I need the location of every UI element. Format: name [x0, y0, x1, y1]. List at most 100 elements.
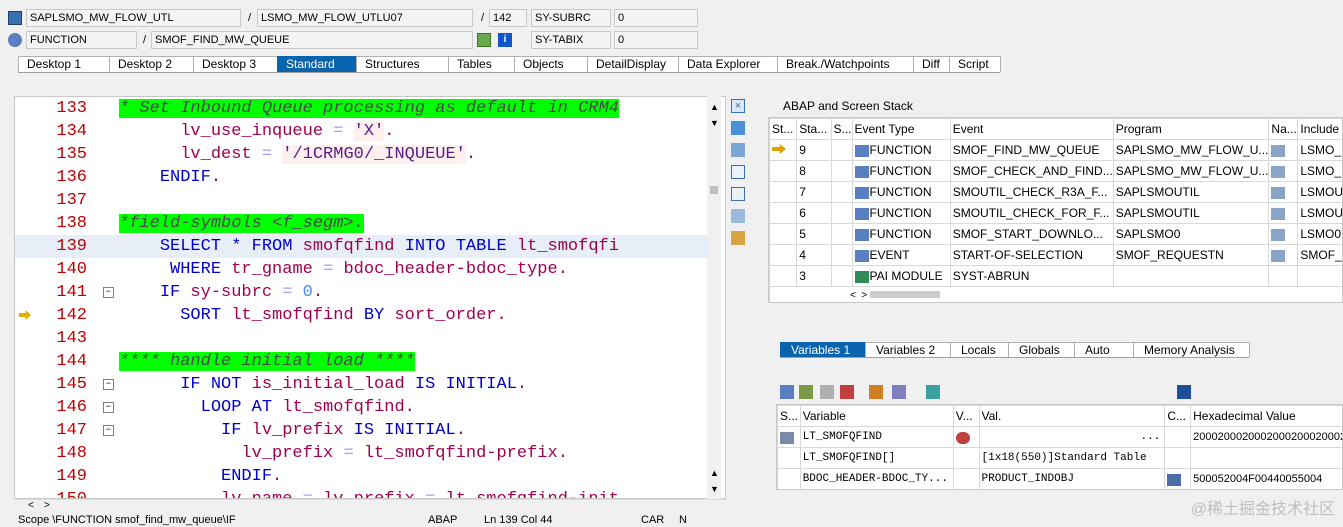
subrc-value[interactable]: 0: [614, 9, 698, 27]
var-value[interactable]: [1x18(550)]Standard Table: [978, 447, 1166, 469]
code-line[interactable]: 137: [15, 189, 715, 212]
stack-nav[interactable]: [1268, 202, 1299, 224]
var-name[interactable]: LT_SMOFQFIND[]: [799, 447, 954, 469]
stack-scrollbar[interactable]: < >: [769, 286, 1342, 302]
tab-script[interactable]: Script: [949, 56, 1001, 72]
editor-vertical-scrollbar[interactable]: ▲ ▼ ▲ ▼: [707, 96, 721, 499]
tab-tables[interactable]: Tables: [448, 56, 515, 72]
stack-table[interactable]: St... Sta... S... Event Type Event Program Na.…: [769, 118, 1342, 302]
var-name[interactable]: BDOC_HEADER-BDOC_TY...: [799, 468, 954, 489]
stack-nav[interactable]: [1268, 181, 1299, 203]
stack-row[interactable]: 3 PAI MODULE SYST-ABRUN: [769, 265, 1342, 287]
code-line[interactable]: 145 IF NOT is_initial_load IS INITIAL.: [15, 373, 715, 396]
editor-horizontal-scrollbar[interactable]: < >: [14, 499, 726, 513]
sort-icon[interactable]: [869, 385, 883, 399]
navigate-icon[interactable]: [1271, 165, 1286, 178]
code-line[interactable]: 138 *field-symbols <f_segm>.: [15, 212, 715, 235]
variable-row[interactable]: LT_SMOFQFIND... 2000200020002000200020002: [777, 426, 1342, 448]
fold-toggle[interactable]: −: [103, 402, 114, 413]
variable-row[interactable]: BDOC_HEADER-BDOC_TY... PRODUCT_INDOBJ 5000…: [777, 468, 1342, 489]
tab-detaildisplay[interactable]: DetailDisplay: [587, 56, 679, 72]
stack-row[interactable]: 5 FUNCTION SMOF_START_DOWNLO... SAPLSMO0 LSM…: [769, 223, 1342, 245]
code-line[interactable]: 148 lv_prefix = lt_smofqfind-prefix.: [15, 442, 715, 465]
event-field[interactable]: SMOF_FIND_MW_QUEUE: [151, 31, 473, 49]
tab-diff[interactable]: Diff: [913, 56, 950, 72]
var-col-header[interactable]: Variable: [799, 405, 954, 427]
settings-icon[interactable]: [731, 231, 745, 245]
save-icon[interactable]: [1177, 385, 1191, 399]
exchange-icon[interactable]: [731, 209, 745, 223]
code-line[interactable]: 147 IF lv_prefix IS INITIAL.: [15, 419, 715, 442]
stack-col-header[interactable]: Event: [949, 118, 1114, 140]
code-line[interactable]: 149 ENDIF.: [15, 465, 715, 488]
code-line[interactable]: 142 SORT lt_smofqfind BY sort_order.: [15, 304, 715, 327]
code-line[interactable]: 143: [15, 327, 715, 350]
code-line[interactable]: 134 lv_use_inqueue = 'X'.: [15, 120, 715, 143]
code-line[interactable]: 144 **** handle initial load ****: [15, 350, 715, 373]
tab-auto[interactable]: Auto: [1074, 342, 1134, 357]
tab-variables-2[interactable]: Variables 2: [865, 342, 951, 357]
info-icon[interactable]: i: [498, 33, 512, 47]
source-editor[interactable]: 133 * Set Inbound Queue processing as def…: [14, 96, 726, 499]
table-icon[interactable]: [840, 385, 854, 399]
fullscreen-icon[interactable]: [731, 187, 745, 201]
maximize-icon[interactable]: [731, 165, 745, 179]
var-value[interactable]: PRODUCT_INDOBJ: [978, 468, 1166, 489]
tab-standard[interactable]: Standard: [277, 56, 357, 72]
include-field[interactable]: LSMO_MW_FLOW_UTLU07: [257, 9, 473, 27]
stack-row[interactable]: 9 FUNCTION SMOF_FIND_MW_QUEUE SAPLSMO_MW_FL…: [769, 139, 1342, 161]
stack-col-header[interactable]: Sta...: [796, 118, 832, 140]
navigate-icon[interactable]: [1271, 207, 1286, 220]
navigate-icon[interactable]: [1271, 186, 1286, 199]
stack-nav[interactable]: [1268, 139, 1299, 161]
code-line[interactable]: 139 SELECT * FROM smofqfind INTO TABLE l…: [15, 235, 715, 258]
stack-nav[interactable]: [1268, 160, 1299, 182]
variable-row[interactable]: LT_SMOFQFIND[] [1x18(550)]Standard Table: [777, 447, 1342, 469]
close-icon[interactable]: ×: [731, 99, 745, 113]
navigate-icon[interactable]: [1271, 249, 1286, 262]
tab-globals[interactable]: Globals: [1008, 342, 1075, 357]
var-name[interactable]: LT_SMOFQFIND: [799, 426, 954, 448]
tab-break-watchpoints[interactable]: Break./Watchpoints: [777, 56, 914, 72]
fold-toggle[interactable]: −: [103, 287, 114, 298]
code-line[interactable]: 146 LOOP AT lt_smofqfind.: [15, 396, 715, 419]
stack-col-header[interactable]: Event Type: [851, 118, 951, 140]
tab-desktop-1[interactable]: Desktop 1: [18, 56, 110, 72]
detail-icon[interactable]: [820, 385, 834, 399]
line-field[interactable]: 142: [489, 9, 527, 27]
tab-memory-analysis[interactable]: Memory Analysis: [1133, 342, 1250, 357]
tabix-value[interactable]: 0: [614, 31, 698, 49]
event-type-field[interactable]: FUNCTION: [26, 31, 137, 49]
var-col-header[interactable]: Val.: [978, 405, 1166, 427]
swap-icon[interactable]: [731, 143, 745, 157]
transfer-icon[interactable]: [892, 385, 906, 399]
tab-objects[interactable]: Objects: [514, 56, 588, 72]
stack-col-header[interactable]: Program: [1112, 118, 1270, 140]
delete-icon[interactable]: [780, 385, 794, 399]
var-value[interactable]: ...: [978, 426, 1166, 448]
stack-col-header[interactable]: Include: [1297, 118, 1342, 140]
folder-icon[interactable]: [926, 385, 940, 399]
fold-toggle[interactable]: −: [103, 425, 114, 436]
var-col-header[interactable]: Hexadecimal Value: [1190, 405, 1342, 427]
variables-table[interactable]: S... Variable V... Val. C... Hexadecimal Valu…: [777, 405, 1342, 489]
code-line[interactable]: 141 IF sy-subrc = 0.: [15, 281, 715, 304]
code-line[interactable]: 135 lv_dest = '/1CRMG0/_INQUEUE'.: [15, 143, 715, 166]
stack-col-header[interactable]: St...: [769, 118, 798, 140]
tab-desktop-2[interactable]: Desktop 2: [109, 56, 194, 72]
edit-pencil-icon[interactable]: [1167, 473, 1182, 486]
tab-variables-1[interactable]: Variables 1: [780, 342, 866, 357]
code-line[interactable]: 140 WHERE tr_gname = bdoc_header-bdoc_ty…: [15, 258, 715, 281]
program-field[interactable]: SAPLSMO_MW_FLOW_UTL: [26, 9, 241, 27]
stack-nav[interactable]: [1268, 223, 1299, 245]
navigate-icon[interactable]: [1271, 144, 1286, 157]
tab-data-explorer[interactable]: Data Explorer: [678, 56, 778, 72]
stack-col-header[interactable]: Na...: [1268, 118, 1299, 140]
fold-toggle[interactable]: −: [103, 379, 114, 390]
tab-desktop-3[interactable]: Desktop 3: [193, 56, 278, 72]
stack-row[interactable]: 8 FUNCTION SMOF_CHECK_AND_FIND... SAPLSMO_M…: [769, 160, 1342, 182]
navigate-icon[interactable]: [477, 33, 491, 47]
stack-row[interactable]: 4 EVENT START-OF-SELECTION SMOF_REQUESTN SMO…: [769, 244, 1342, 266]
var-col-header[interactable]: S...: [777, 405, 801, 427]
var-col-header[interactable]: V...: [952, 405, 980, 427]
